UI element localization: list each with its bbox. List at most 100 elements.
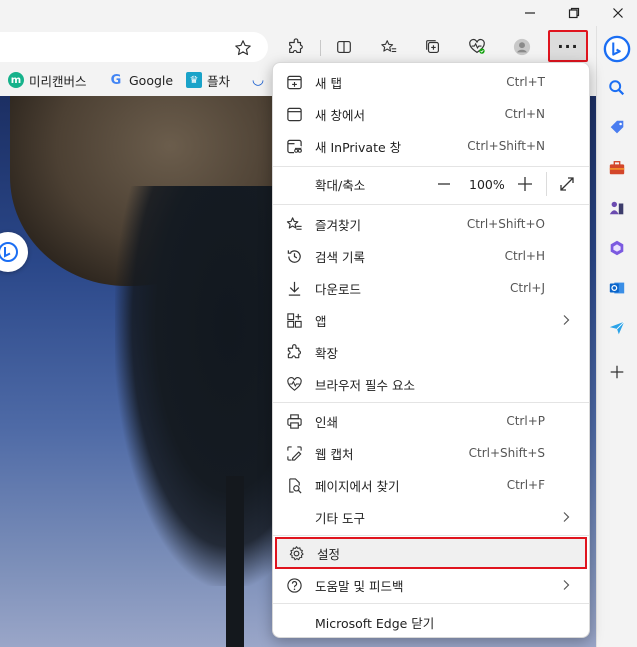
collections-button[interactable]	[419, 33, 447, 61]
minimize-button[interactable]	[519, 2, 541, 24]
chevron-right-icon	[563, 315, 570, 325]
zoom-in-button[interactable]	[516, 175, 534, 193]
gear-icon	[287, 544, 305, 562]
menu-item-more-tools[interactable]: 기타 도구	[273, 501, 589, 533]
extensions-button[interactable]	[282, 33, 310, 61]
menu-item-label: 인쇄	[315, 414, 339, 430]
favorite-label: Google	[129, 72, 174, 88]
zoom-out-button[interactable]	[436, 176, 452, 192]
menu-item-label: 도움말 및 피드백	[315, 578, 404, 594]
zoom-separator	[546, 172, 547, 196]
send-plane-icon	[609, 321, 625, 335]
sidebar-games-button[interactable]	[605, 196, 629, 220]
menu-item-browser-essentials[interactable]: 브라우저 필수 요소	[273, 368, 589, 400]
menu-item-downloads[interactable]: 다운로드 Ctrl+J	[273, 272, 589, 304]
favorites-button[interactable]	[375, 33, 403, 61]
menu-item-history[interactable]: 검색 기록 Ctrl+H	[273, 240, 589, 272]
menu-item-label: 페이지에서 찾기	[315, 478, 400, 494]
split-screen-button[interactable]	[330, 33, 358, 61]
menu-item-label: 웹 캡처	[315, 446, 354, 462]
sidebar-shopping-button[interactable]	[605, 116, 629, 140]
menu-item-close-edge[interactable]: Microsoft Edge 닫기	[273, 606, 589, 638]
menu-item-label: 즐겨찾기	[315, 217, 362, 233]
menu-item-shortcut: Ctrl+H	[504, 249, 545, 263]
sidebar-drop-button[interactable]	[605, 316, 629, 340]
menu-item-shortcut: Ctrl+Shift+S	[468, 446, 545, 460]
heart-pulse-icon	[285, 375, 303, 393]
menu-item-label: 앱	[315, 313, 327, 329]
menu-item-shortcut: Ctrl+Shift+N	[467, 139, 545, 153]
zoom-level: 100%	[469, 176, 505, 192]
menu-item-favorites[interactable]: 즐겨찾기 Ctrl+Shift+O	[273, 208, 589, 240]
address-bar[interactable]	[0, 32, 268, 62]
menu-item-new-inprivate[interactable]: 새 InPrivate 창 Ctrl+Shift+N	[273, 130, 589, 162]
menu-item-shortcut: Ctrl+J	[510, 281, 545, 295]
tag-icon	[610, 120, 624, 134]
inprivate-icon	[285, 137, 303, 155]
chess-piece-icon	[609, 201, 624, 215]
sidebar-outlook-button[interactable]	[605, 276, 629, 300]
menu-item-settings[interactable]: 설정	[275, 537, 587, 569]
menu-separator	[273, 603, 589, 604]
menu-item-web-capture[interactable]: 웹 캡처 Ctrl+Shift+S	[273, 437, 589, 469]
favorite-google[interactable]: G Google	[108, 70, 173, 90]
tree-trunk	[226, 476, 244, 647]
menu-item-find-on-page[interactable]: 페이지에서 찾기 Ctrl+F	[273, 469, 589, 501]
menu-item-print[interactable]: 인쇄 Ctrl+P	[273, 405, 589, 437]
menu-item-shortcut: Ctrl+Shift+O	[466, 217, 545, 231]
close-icon	[613, 8, 623, 18]
menu-item-label: 설정	[317, 546, 341, 562]
download-icon	[285, 279, 303, 297]
menu-item-label: 확대/축소	[315, 177, 366, 193]
sidebar-add-button[interactable]	[605, 360, 629, 384]
chevron-right-icon	[563, 580, 570, 590]
restore-icon	[568, 7, 580, 19]
avatar-icon	[513, 38, 531, 56]
profile-button[interactable]	[508, 33, 536, 61]
web-capture-icon	[285, 444, 303, 462]
menu-item-label: 검색 기록	[315, 249, 365, 265]
menu-item-label: 새 창에서	[315, 107, 365, 123]
menu-item-zoom: 확대/축소 100%	[273, 168, 589, 200]
minimize-icon	[525, 12, 535, 14]
menu-item-new-window[interactable]: 새 창에서 Ctrl+N	[273, 98, 589, 130]
menu-item-extensions[interactable]: 확장	[273, 336, 589, 368]
menu-item-help-feedback[interactable]: 도움말 및 피드백	[273, 569, 589, 601]
menu-item-label: 브라우저 필수 요소	[315, 377, 415, 393]
menu-separator	[273, 166, 589, 167]
title-bar	[0, 0, 637, 26]
sidebar-tools-button[interactable]	[605, 156, 629, 180]
puzzle-icon	[289, 38, 303, 53]
close-window-button[interactable]	[607, 2, 629, 24]
menu-item-shortcut: Ctrl+N	[504, 107, 545, 121]
menu-item-label: 확장	[315, 345, 339, 361]
restore-button[interactable]	[563, 2, 585, 24]
browser-essentials-button[interactable]	[463, 33, 491, 61]
menu-item-label: 기타 도구	[315, 510, 365, 526]
sidebar-search-button[interactable]	[605, 76, 629, 100]
menu-item-label: 새 탭	[315, 75, 342, 91]
settings-and-more-button[interactable]: ···	[548, 30, 588, 62]
heart-pulse-icon	[469, 38, 485, 54]
edge-sidebar	[596, 26, 637, 647]
menu-item-new-tab[interactable]: 새 탭 Ctrl+T	[273, 66, 589, 98]
m365-icon	[610, 240, 624, 256]
favorite-plcha[interactable]: ♛ 플차	[186, 70, 230, 90]
crown-icon: ♛	[186, 72, 202, 88]
fullscreen-button[interactable]	[559, 176, 575, 192]
split-screen-icon	[337, 41, 351, 53]
puzzle-icon	[285, 343, 303, 361]
bing-copilot-button[interactable]	[602, 34, 632, 64]
add-favorite-star-icon[interactable]	[233, 38, 253, 58]
favorites-list-icon	[285, 215, 303, 233]
favorite-label: 미리캔버스	[29, 73, 87, 89]
sidebar-m365-button[interactable]	[605, 236, 629, 260]
settings-and-more-menu: 새 탭 Ctrl+T 새 창에서 Ctrl+N 새 InPrivate 창 Ct…	[272, 62, 590, 638]
favorites-list-icon	[381, 40, 397, 53]
bing-chat-floating-button[interactable]	[0, 232, 28, 272]
new-tab-icon	[285, 73, 303, 91]
favorite-partial[interactable]: ◡	[250, 70, 266, 90]
favorite-miricanvas[interactable]: m 미리캔버스	[8, 70, 87, 90]
menu-item-apps[interactable]: 앱	[273, 304, 589, 336]
find-on-page-icon	[285, 476, 303, 494]
